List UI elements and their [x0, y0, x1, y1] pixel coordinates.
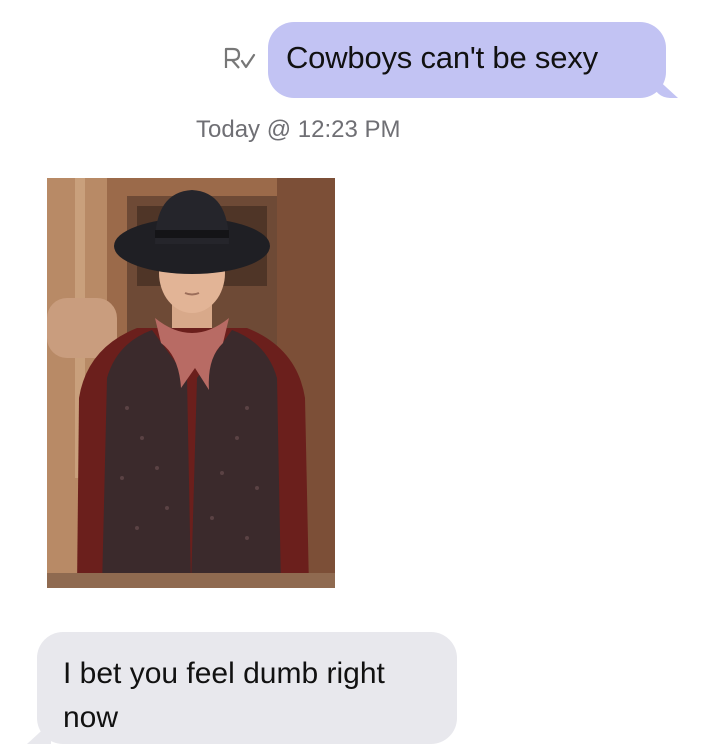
message-timestamp: Today @ 12:23 PM: [196, 116, 401, 143]
read-receipt-icon: [224, 47, 256, 69]
outgoing-message-text: Cowboys can't be sexy: [286, 40, 598, 75]
photo-attachment[interactable]: [47, 178, 335, 588]
outgoing-message-bubble[interactable]: Cowboys can't be sexy: [268, 22, 666, 98]
message-thread: Cowboys can't be sexy Today @ 12:23 PM I…: [0, 0, 720, 748]
cowboy-photo-image: [47, 178, 335, 588]
incoming-message-text: I bet you feel dumb right now: [63, 657, 385, 734]
incoming-message-bubble[interactable]: I bet you feel dumb right now: [37, 632, 457, 744]
